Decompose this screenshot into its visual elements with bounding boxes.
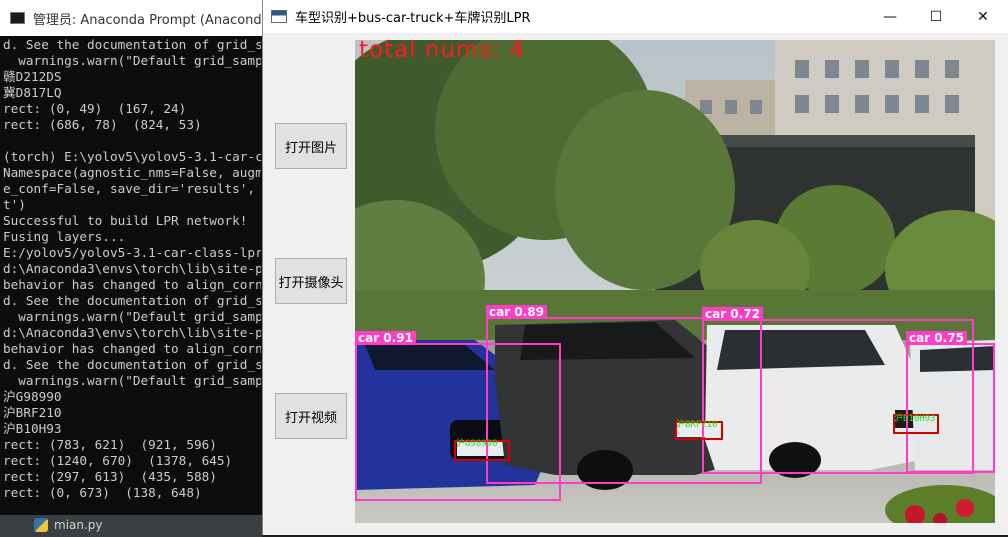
console-line: rect: (297, 613) (435, 588) [3,469,217,484]
console-line: d. See the documentation of grid_sample … [3,293,261,308]
console-titlebar[interactable]: 管理员: Anaconda Prompt (Anaconda3) [0,0,262,36]
app-titlebar[interactable]: 车型识别+bus-car-truck+车牌识别LPR — ☐ ✕ [263,0,1008,33]
python-file-icon [34,518,48,532]
detection-box: car 0.91 [355,331,561,501]
console-window: 管理员: Anaconda Prompt (Anaconda3) d. See … [0,0,262,515]
console-line: Successful to build LPR network! [3,213,248,228]
maximize-icon[interactable]: ☐ [913,0,959,33]
detection-box: car 0.75 [906,331,995,473]
detection-label: car 0.91 [355,331,416,345]
qt-window-icon [271,10,287,23]
app-title: 车型识别+bus-car-truck+车牌识别LPR [295,11,531,26]
minimize-icon[interactable]: — [867,0,913,33]
console-line: Fusing layers... [3,229,126,244]
detection-label: car 0.72 [702,307,763,321]
console-output: d. See the documentation of grid_sample … [3,37,261,501]
console-line: d:\Anaconda3\envs\torch\lib\site-package… [3,261,261,276]
console-line: warnings.warn("Default grid_sample and a… [18,53,261,68]
console-line: 沪G98990 [3,389,62,404]
console-line: warnings.warn("Default grid_sample and a… [18,309,261,324]
lpr-app-window: 车型识别+bus-car-truck+车牌识别LPR — ☐ ✕ 打开图片 打开… [262,0,1008,535]
console-line: rect: (0, 673) (138, 648) [3,485,202,500]
console-line: 赣D212DS [3,69,62,84]
console-line: 冀D817LQ [3,85,62,100]
console-title: 管理员: Anaconda Prompt (Anaconda3) [32,12,262,28]
detection-label: car 0.75 [906,331,967,345]
console-line: d. See the documentation of grid_sample … [3,37,261,52]
plate-text: 沪BRF210 [676,420,718,430]
console-window-icon [10,12,25,24]
console-line: warnings.warn("Default grid_sample and a… [18,373,261,388]
plate-text: 沪B10H93 [894,414,936,424]
plate-text: 沪G98990 [456,439,498,449]
detection-image: total nums: 4 car 0.89 car 0.72 car 0.91… [355,40,995,523]
console-line: 沪B10H93 [3,421,62,436]
console-line: t') [3,197,26,212]
open-image-button[interactable]: 打开图片 [275,123,347,169]
ide-tab-label: mian.py [54,518,103,532]
open-video-button[interactable]: 打开视频 [275,393,347,439]
open-camera-button[interactable]: 打开摄像头 [275,258,347,304]
console-line: d:\Anaconda3\envs\torch\lib\site-package… [3,325,261,340]
console-line: rect: (686, 78) (824, 53) [3,117,202,132]
console-line: rect: (0, 49) (167, 24) [3,101,187,116]
console-line: behavior has changed to align_corners [3,277,261,292]
console-line: rect: (783, 621) (921, 596) [3,437,217,452]
detection-label: car 0.89 [486,305,547,319]
console-line: d. See the documentation of grid_sample … [3,357,261,372]
console-line: 沪BRF210 [3,405,62,420]
ide-tab-strip: mian.py [0,515,262,537]
console-line: (torch) E:\yolov5\yolov5-3.1-car-class-l… [3,149,261,164]
detection-count-text: total nums: 4 [359,40,526,63]
console-line: e_conf=False, save_dir='results', save_t… [3,181,256,196]
console-line: rect: (1240, 670) (1378, 645) [3,453,233,468]
ide-tab-mian[interactable]: mian.py [34,518,103,532]
console-line: behavior has changed to align_corners [3,341,261,356]
console-line: E:/yolov5/yolov5-3.1-car-class-lpr/ [3,245,261,260]
console-line: Namespace(agnostic_nms=False, augment=Fa… [3,165,261,180]
close-icon[interactable]: ✕ [960,0,1006,33]
